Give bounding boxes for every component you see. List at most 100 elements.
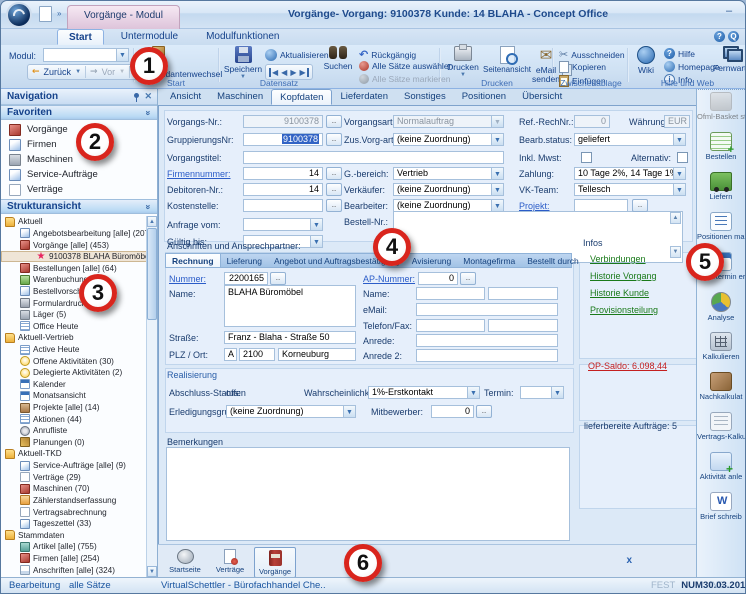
next-record-button[interactable]: ▶ (290, 68, 296, 77)
address-tab-lieferung[interactable]: Lieferung (221, 254, 268, 267)
field-alternativ-checkbox[interactable] (677, 152, 688, 163)
tree-item-offene-aktivitäten-30[interactable]: Offene Aktivitäten (30) (1, 355, 157, 367)
field-wahrscheinlichkeit-input[interactable]: 1%-Erstkontakt▼ (368, 386, 480, 399)
tree-item-stammdaten[interactable]: Stammdaten (1, 529, 157, 541)
field-nummer-input[interactable]: 2200165 (224, 272, 268, 285)
forward-dropdown-icon[interactable]: ▼ (119, 69, 125, 75)
field-ap-name-input2[interactable] (488, 287, 558, 300)
help-button[interactable]: ? Hilfe (664, 48, 695, 59)
tree-item-projekte-alle-14[interactable]: Projekte [alle] (14) (1, 402, 157, 414)
favorite-item-verträge[interactable]: Verträge (1, 182, 157, 197)
print-preview-button[interactable]: Seitenansicht (483, 46, 531, 74)
tree-item-artikel-alle-755[interactable]: Artikel [alle] (755) (1, 541, 157, 553)
bemerkungen-textarea[interactable] (166, 447, 570, 541)
ribbon-tab-untermodule[interactable]: Untermodule (110, 29, 189, 45)
field-mitbewerber-input[interactable]: 0 (431, 405, 474, 418)
copy-button[interactable]: Kopieren (559, 61, 606, 73)
field-vorgangstitel-input[interactable] (243, 151, 504, 164)
field-ref-rechnr-input[interactable]: 0 (574, 115, 610, 128)
field-zus-vorg-art-input[interactable]: (keine Zuordnung)▼ (393, 133, 504, 146)
field-projekt-browse-button[interactable]: .. (632, 199, 648, 212)
field-ap-nummer-label[interactable]: AP-Nummer: (363, 274, 415, 284)
chevron-down-icon[interactable]: ▼ (551, 387, 563, 398)
chevron-up-icon[interactable]: » (143, 110, 153, 115)
last-record-button[interactable]: ▶ (299, 68, 308, 77)
tree-item-planungen-0[interactable]: Planungen (0) (1, 437, 157, 449)
tree-item-maschinen-70[interactable]: Maschinen (70) (1, 483, 157, 495)
field-inkl-mwst-checkbox[interactable] (581, 152, 592, 163)
first-record-button[interactable]: ◀ (269, 68, 278, 77)
tree-item-vorgänge-alle-453[interactable]: Vorgänge [alle] (453) (1, 239, 157, 251)
search-button[interactable]: Suchen (319, 46, 357, 71)
field-anrede2-input[interactable] (416, 349, 558, 362)
chevron-up-icon[interactable]: » (143, 204, 153, 209)
homepage-button[interactable]: Homepage (664, 61, 720, 72)
help-icon[interactable]: ? (714, 31, 725, 42)
tree-item-delegierte-aktivitäten-2[interactable]: Delegierte Aktivitäten (2) (1, 367, 157, 379)
rail-aktivität-anle[interactable]: Aktivität anle (697, 450, 745, 490)
favorite-item-service-aufträge[interactable]: Service-Aufträge (1, 167, 157, 182)
op-saldo-link[interactable]: OP-Saldo: 6.098,44 (588, 361, 667, 371)
field-gruppierungs-nr-input[interactable]: 9100378 (243, 133, 323, 146)
field-anfrage-vom-input[interactable]: ▼ (243, 218, 323, 231)
field-waehrung-input[interactable]: EUR (664, 115, 690, 128)
tree-item-office-heute[interactable]: Office Heute (1, 320, 157, 332)
bottom-tab-vorgänge[interactable]: Vorgänge (254, 547, 296, 578)
info-link-historie-kunde[interactable]: Historie Kunde (590, 288, 658, 298)
tree-item-warenbuchung[interactable]: Warenbuchung (1, 274, 157, 286)
field-debitoren-nr-input[interactable]: 14 (243, 183, 323, 196)
wiki-button[interactable]: Wiki (631, 46, 661, 75)
structure-header[interactable]: Strukturansicht » (1, 199, 157, 214)
tree-item-9100378-blaha-büromöbel[interactable]: ★9100378 BLAHA Büromöbel (1, 251, 157, 263)
tree-item-aktuell-tkd[interactable]: Aktuell-TKD (1, 448, 157, 460)
chevron-down-icon[interactable]: ▼ (491, 116, 503, 127)
field-ap-name-input[interactable] (416, 287, 485, 300)
scroll-down-icon[interactable]: ▼ (670, 246, 681, 258)
field-vk-team-input[interactable]: Tellesch▼ (574, 183, 686, 196)
quick-access-doc-icon[interactable] (39, 6, 52, 22)
field-bestell-nr-scrollbar[interactable]: ▲▼ (670, 212, 681, 262)
address-tab-rechnung[interactable]: Rechnung (166, 254, 221, 267)
tree-item-aktuell[interactable]: Aktuell (1, 216, 157, 228)
field-vorgangs-nr-input[interactable]: 9100378 (243, 115, 323, 128)
chevron-down-icon[interactable]: ▼ (310, 236, 322, 247)
field-firmennummer-input[interactable]: 14 (243, 167, 323, 180)
field-gruppierungs-nr-browse-button[interactable]: .. (326, 133, 342, 146)
back-button[interactable]: Zurück (44, 67, 72, 77)
field-anrede-input[interactable] (416, 334, 558, 347)
close-icon[interactable]: x (626, 555, 632, 566)
chevron-down-icon[interactable]: ▼ (491, 168, 503, 179)
field-nummer-browse-button[interactable]: .. (270, 272, 286, 285)
search-icon[interactable]: Q (728, 31, 739, 42)
chevron-down-icon[interactable]: ▼ (673, 168, 685, 179)
rail-liefern[interactable]: Liefern (697, 170, 745, 210)
app-logo-button[interactable] (6, 2, 32, 28)
field-kostenstelle-browse-button[interactable]: .. (326, 199, 342, 212)
previous-record-button[interactable]: ◀ (281, 68, 287, 77)
forward-button[interactable]: Vor (102, 67, 116, 77)
ribbon-tab-modulfunktionen[interactable]: Modulfunktionen (195, 29, 290, 45)
cut-button[interactable]: ✂ Ausschneiden (559, 48, 625, 61)
tree-item-läger-5[interactable]: Läger (5) (1, 309, 157, 321)
field-zahlung-input[interactable]: 10 Tage 2%, 14 Tage 1%, 30 Ne▼ (574, 167, 686, 180)
field-vorgangsart-input[interactable]: Normalauftrag▼ (393, 115, 504, 128)
chevron-down-icon[interactable]: ▼ (491, 184, 503, 195)
field-ap-nummer-input[interactable]: 0 (418, 272, 458, 285)
tree-item-aktionen-44[interactable]: Aktionen (44) (1, 413, 157, 425)
field-bearb-status-input[interactable]: geliefert▼ (574, 133, 686, 146)
rail-kalkulieren[interactable]: Kalkulieren (697, 330, 745, 370)
back-dropdown-icon[interactable]: ▼ (75, 69, 81, 75)
field-erledigungsgrund-input[interactable]: (keine Zuordnung)▼ (226, 405, 356, 418)
mark-all-button[interactable]: Alle Sätze markieren (359, 74, 450, 84)
rail-bestellen[interactable]: Bestellen (697, 130, 745, 170)
tree-item-verträge-29[interactable]: Verträge (29) (1, 471, 157, 483)
tree-item-firmen-alle-254[interactable]: Firmen [alle] (254) (1, 553, 157, 565)
tree-item-angebotsbearbeitung-alle-207[interactable]: Angebotsbearbeitung [alle] (207) (1, 228, 157, 240)
address-tab-avisierung[interactable]: Avisierung (406, 254, 458, 267)
chevron-down-icon[interactable]: ▼ (673, 134, 685, 145)
quick-access-more-icon[interactable]: » (57, 9, 61, 18)
minimize-button[interactable]: – (721, 5, 737, 19)
field-firmennummer-label[interactable]: Firmennummer: (167, 169, 231, 179)
tree-item-service-aufträge-alle-9[interactable]: Service-Aufträge [alle] (9) (1, 460, 157, 472)
ribbon-tab-start[interactable]: Start (57, 29, 104, 45)
